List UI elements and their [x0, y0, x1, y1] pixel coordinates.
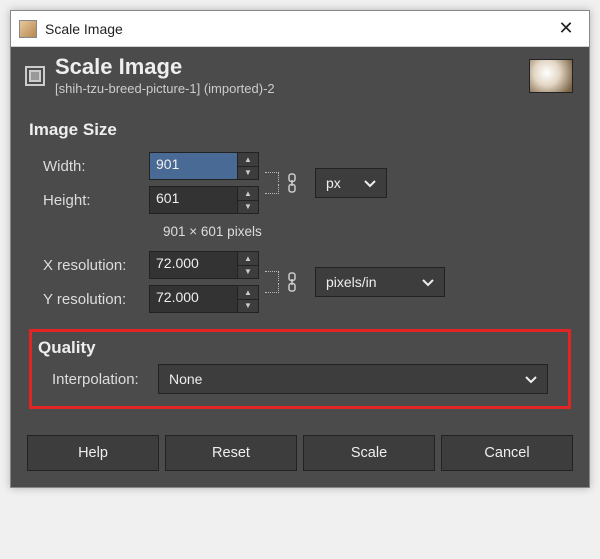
section-image-size-heading: Image Size	[29, 120, 571, 140]
dialog-header: Scale Image [shih-tzu-breed-picture-1] (…	[11, 47, 589, 106]
width-value[interactable]: 901	[150, 153, 238, 179]
close-button[interactable]: ✕	[543, 11, 589, 46]
xres-value[interactable]: 72.000	[150, 252, 238, 278]
help-button[interactable]: Help	[27, 435, 159, 471]
section-quality-heading: Quality	[38, 338, 562, 358]
xres-label: X resolution:	[29, 257, 149, 274]
window-title: Scale Image	[45, 21, 543, 37]
spin-up-icon[interactable]: ▲	[238, 187, 258, 201]
width-label: Width:	[29, 158, 149, 175]
thumbnail-preview	[529, 59, 573, 93]
quality-section: Quality Interpolation: None	[29, 329, 571, 409]
cancel-button[interactable]: Cancel	[441, 435, 573, 471]
yres-label: Y resolution:	[29, 291, 149, 308]
res-unit-value: pixels/in	[326, 274, 377, 290]
interpolation-select[interactable]: None	[158, 364, 548, 394]
dialog-subtitle: [shih-tzu-breed-picture-1] (imported)-2	[55, 81, 529, 96]
dialog-title: Scale Image	[55, 55, 529, 79]
spin-down-icon[interactable]: ▼	[238, 201, 258, 214]
height-input[interactable]: 601 ▲ ▼	[149, 186, 259, 214]
xres-input[interactable]: 72.000 ▲ ▼	[149, 251, 259, 279]
yres-value[interactable]: 72.000	[150, 286, 238, 312]
interp-label: Interpolation:	[38, 371, 158, 388]
chevron-down-icon	[364, 175, 376, 191]
spin-up-icon[interactable]: ▲	[238, 252, 258, 266]
spin-down-icon[interactable]: ▼	[238, 300, 258, 313]
height-value[interactable]: 601	[150, 187, 238, 213]
scale-image-dialog: Scale Image ✕ Scale Image [shih-tzu-bree…	[10, 10, 590, 488]
app-icon	[19, 20, 37, 38]
size-unit-select[interactable]: px	[315, 168, 387, 198]
yres-input[interactable]: 72.000 ▲ ▼	[149, 285, 259, 313]
spin-down-icon[interactable]: ▼	[238, 266, 258, 279]
chain-link-resolution[interactable]	[265, 271, 305, 293]
scale-image-icon	[23, 64, 47, 88]
interpolation-value: None	[169, 371, 202, 387]
scale-button[interactable]: Scale	[303, 435, 435, 471]
pixel-dimensions-note: 901 × 601 pixels	[163, 224, 571, 239]
res-unit-select[interactable]: pixels/in	[315, 267, 445, 297]
spin-up-icon[interactable]: ▲	[238, 153, 258, 167]
chain-icon	[283, 172, 301, 194]
reset-button[interactable]: Reset	[165, 435, 297, 471]
spin-up-icon[interactable]: ▲	[238, 286, 258, 300]
size-unit-value: px	[326, 175, 341, 191]
chevron-down-icon	[422, 274, 434, 290]
width-input[interactable]: 901 ▲ ▼	[149, 152, 259, 180]
chain-icon	[283, 271, 301, 293]
chain-link-size[interactable]	[265, 172, 305, 194]
spin-down-icon[interactable]: ▼	[238, 167, 258, 180]
close-icon: ✕	[558, 18, 573, 39]
titlebar: Scale Image ✕	[11, 11, 589, 47]
chevron-down-icon	[525, 371, 537, 387]
dialog-footer: Help Reset Scale Cancel	[11, 425, 589, 487]
height-label: Height:	[29, 192, 149, 209]
